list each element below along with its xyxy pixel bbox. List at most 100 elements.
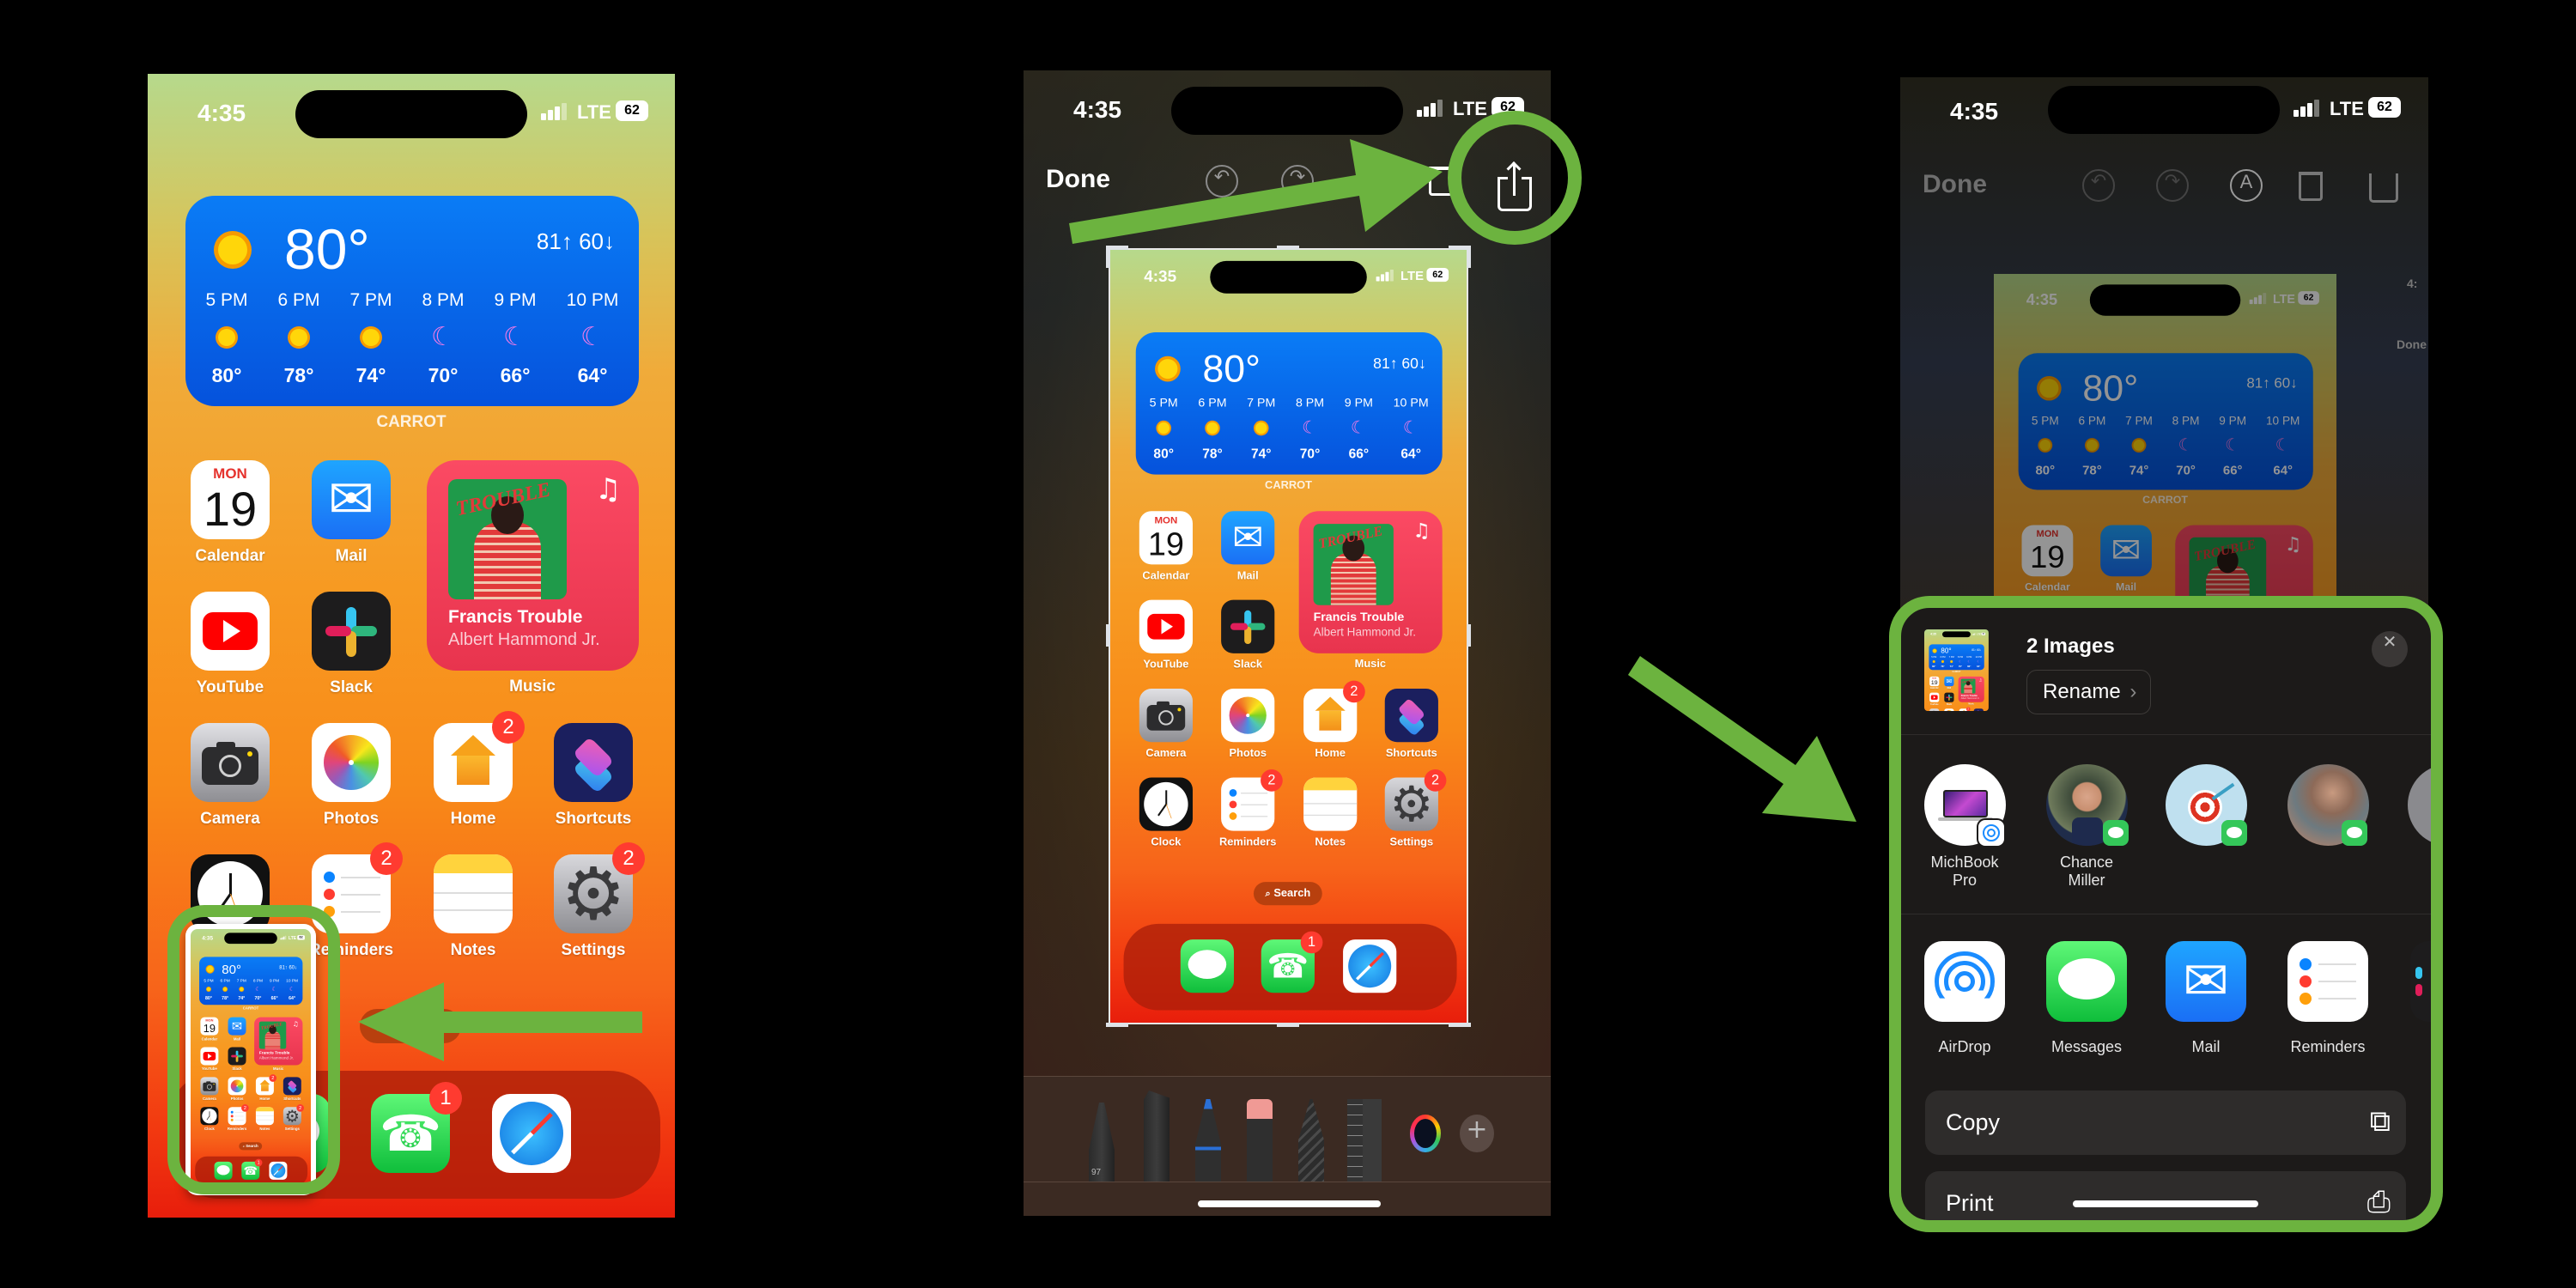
- app-safari[interactable]: [269, 1161, 288, 1180]
- app-reminders[interactable]: 2: [1221, 769, 1283, 831]
- app-camera[interactable]: [200, 1077, 219, 1096]
- app-phone[interactable]: ☎1: [241, 1158, 263, 1180]
- app-mail[interactable]: ✉: [228, 1017, 246, 1036]
- app-slack[interactable]: [312, 592, 391, 671]
- crop-handle[interactable]: [1106, 1023, 1128, 1027]
- share-app-messages[interactable]: [2046, 941, 2127, 1022]
- app-slack[interactable]: [1944, 692, 1954, 702]
- rename-button[interactable]: Rename ›: [2026, 670, 2151, 714]
- app-home[interactable]: 2: [1303, 680, 1365, 743]
- marker-tool[interactable]: [1144, 1091, 1170, 1182]
- pencil-blue-tool[interactable]: [1195, 1099, 1221, 1182]
- app-notes[interactable]: [434, 854, 513, 933]
- share-app-airdrop[interactable]: [1924, 941, 2005, 1022]
- app-shortcuts[interactable]: [554, 723, 633, 802]
- app-messages[interactable]: [1180, 939, 1234, 993]
- screenshot-preview[interactable]: 4:35 LTE 62 80° 81↑ 60↓ 5 PM 80° 6 PM 78° 7 PM 74°…: [1110, 250, 1467, 1023]
- search-pill[interactable]: ⌕ Search: [360, 1009, 461, 1043]
- search-pill[interactable]: ⌕ Search: [239, 1142, 263, 1151]
- crop-handle[interactable]: [1277, 246, 1299, 250]
- app-slack[interactable]: [1221, 599, 1275, 653]
- app-notes[interactable]: [255, 1107, 274, 1126]
- copy-action[interactable]: Copy ⧉: [1925, 1091, 2406, 1155]
- app-youtube[interactable]: [1139, 599, 1193, 653]
- music-widget[interactable]: TROUBLE♫Francis TroubleAlbert Hammond Jr…: [427, 460, 639, 671]
- app-safari[interactable]: [1343, 939, 1397, 993]
- app-reminders[interactable]: 2: [228, 1104, 249, 1126]
- app-settings[interactable]: ⚙2: [554, 842, 645, 933]
- app-phone[interactable]: ☎1: [1261, 931, 1323, 993]
- markup-icon[interactable]: A: [2230, 169, 2263, 202]
- app-clock[interactable]: [1139, 777, 1193, 831]
- done-button[interactable]: Done: [1923, 170, 1987, 199]
- app-home[interactable]: 2: [1959, 707, 1971, 711]
- share-app-reminders[interactable]: [2287, 941, 2368, 1022]
- app-mail[interactable]: ✉: [312, 460, 391, 539]
- weather-widget[interactable]: 80° 81↑ 60↓ 5 PM 80° 6 PM 78° 7 PM 74° 8 PM ☾ 70° 9…: [185, 196, 639, 406]
- app-settings[interactable]: ⚙2: [1384, 769, 1447, 831]
- music-widget[interactable]: TROUBLE♫Francis TroubleAlbert Hammond Jr…: [1958, 676, 1984, 702]
- done-button[interactable]: Done: [1046, 165, 1110, 194]
- add-tool-button[interactable]: +: [1460, 1115, 1494, 1152]
- undo-icon[interactable]: ↶: [2082, 169, 2115, 202]
- app-clock[interactable]: [191, 854, 270, 933]
- app-photos[interactable]: [1221, 689, 1275, 743]
- markup-icon[interactable]: A: [1357, 165, 1389, 197]
- crop-handle[interactable]: [1467, 624, 1471, 647]
- person-partial-avatar[interactable]: [2408, 764, 2437, 846]
- color-picker[interactable]: [1410, 1115, 1441, 1152]
- app-phone[interactable]: ☎1: [371, 1082, 462, 1173]
- app-notes[interactable]: [1303, 777, 1358, 831]
- app-calendar[interactable]: MON 19: [1139, 511, 1193, 565]
- music-widget[interactable]: TROUBLE♫Francis TroubleAlbert Hammond Jr…: [254, 1017, 303, 1066]
- crop-handle[interactable]: [1106, 624, 1110, 647]
- app-settings[interactable]: ⚙2: [283, 1104, 305, 1126]
- lasso-tool[interactable]: [1298, 1099, 1324, 1182]
- share-icon[interactable]: [1494, 161, 1535, 213]
- redo-icon[interactable]: ↷: [2156, 169, 2189, 202]
- eraser-tool[interactable]: [1247, 1099, 1273, 1182]
- weather-widget[interactable]: 80° 81↑ 60↓ 5 PM 80° 6 PM 78° 7 PM 74° 8 PM ☾ 70° 9…: [1929, 644, 1984, 671]
- app-messages[interactable]: [214, 1161, 233, 1180]
- app-youtube[interactable]: [1929, 692, 1940, 702]
- app-photos[interactable]: [1944, 708, 1954, 711]
- app-camera[interactable]: [1929, 708, 1940, 711]
- app-photos[interactable]: [228, 1077, 246, 1096]
- ruler-tool[interactable]: [1347, 1099, 1382, 1182]
- app-calendar[interactable]: MON 19: [200, 1017, 219, 1036]
- app-youtube[interactable]: [200, 1047, 219, 1066]
- crop-handle[interactable]: [1467, 246, 1471, 268]
- close-button[interactable]: ✕: [2372, 631, 2408, 667]
- app-shortcuts[interactable]: [1973, 708, 1984, 711]
- crop-handle[interactable]: [1277, 1023, 1299, 1027]
- app-home[interactable]: 2: [434, 711, 525, 802]
- app-home[interactable]: 2: [255, 1074, 277, 1096]
- crop-handle[interactable]: [1449, 1023, 1471, 1027]
- app-clock[interactable]: [200, 1107, 219, 1126]
- redo-icon[interactable]: ↷: [1281, 165, 1314, 197]
- app-reminders[interactable]: 2: [312, 842, 403, 933]
- weather-widget[interactable]: 80° 81↑ 60↓ 5 PM 80° 6 PM 78° 7 PM 74° 8 PM ☾ 70° 9…: [1135, 331, 1443, 475]
- app-safari[interactable]: [492, 1094, 571, 1173]
- print-action[interactable]: Print ⎙: [1925, 1171, 2406, 1226]
- app-calendar[interactable]: MON 19: [191, 460, 270, 539]
- app-youtube[interactable]: [191, 592, 270, 671]
- music-widget[interactable]: TROUBLE♫Francis TroubleAlbert Hammond Jr…: [1298, 511, 1443, 653]
- app-photos[interactable]: [312, 723, 391, 802]
- share-app-mail[interactable]: ✉: [2166, 941, 2246, 1022]
- share-app-partial[interactable]: [2410, 941, 2437, 1022]
- share-icon[interactable]: [2369, 173, 2398, 203]
- app-mail[interactable]: ✉: [1221, 511, 1275, 565]
- search-pill[interactable]: ⌕ Search: [1253, 882, 1322, 906]
- screenshot-thumbnail[interactable]: 4:35 LTE 62 80° 81↑ 60↓ 5 PM 80° 6 PM 78° 7 PM 74°…: [185, 924, 316, 1195]
- crop-handle[interactable]: [1106, 246, 1110, 268]
- app-camera[interactable]: [191, 723, 270, 802]
- weather-widget[interactable]: 80° 81↑ 60↓ 5 PM 80° 6 PM 78° 7 PM 74° 8 PM ☾ 70° 9…: [199, 957, 303, 1005]
- app-shortcuts[interactable]: [283, 1077, 301, 1096]
- app-slack[interactable]: [228, 1047, 246, 1066]
- trash-icon[interactable]: [1429, 167, 1453, 196]
- app-shortcuts[interactable]: [1384, 689, 1438, 743]
- app-camera[interactable]: [1139, 689, 1193, 743]
- pen-tool[interactable]: 97: [1089, 1103, 1115, 1182]
- app-mail[interactable]: ✉: [1944, 676, 1954, 687]
